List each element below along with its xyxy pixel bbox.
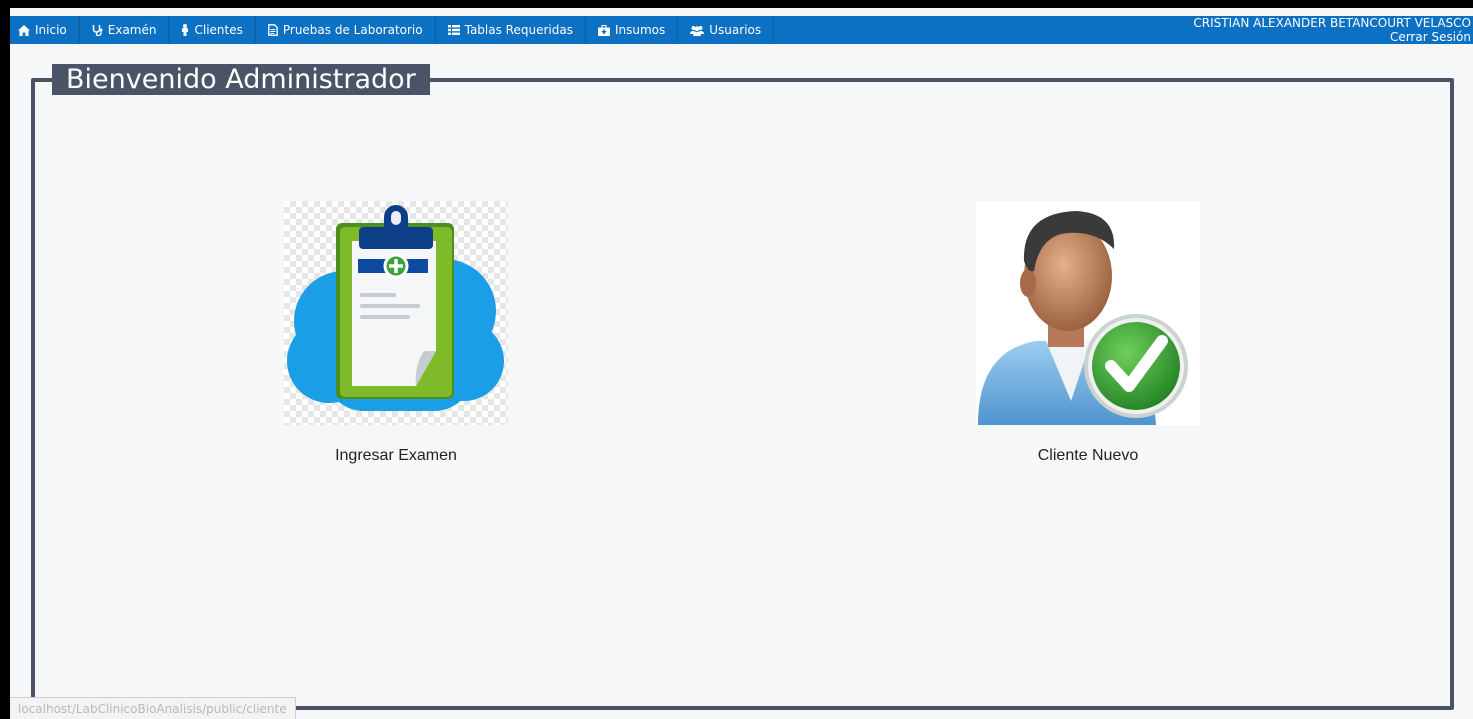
nav-item-examen[interactable]: Examén: [80, 16, 170, 44]
home-icon: [18, 24, 30, 36]
nav-item-usuarios[interactable]: Usuarios: [678, 16, 775, 44]
nav-item-label: Examén: [107, 23, 157, 37]
stethoscope-icon: [92, 24, 103, 36]
user-name: CRISTIAN ALEXANDER BETANCOURT VELASCO: [1193, 16, 1471, 30]
cliente-nuevo-label[interactable]: Cliente Nuevo: [958, 447, 1218, 465]
nav-item-label: Insumos: [614, 23, 666, 37]
nav-item-pruebas-de-laboratorio[interactable]: Pruebas de Laboratorio: [256, 16, 436, 44]
status-bar-url: localhost/LabClinicoBioAnalisis/public/c…: [10, 697, 296, 719]
cliente-nuevo-card[interactable]: Cliente Nuevo: [958, 201, 1218, 465]
nav-item-clientes[interactable]: Clientes: [169, 16, 256, 44]
user-box: CRISTIAN ALEXANDER BETANCOURT VELASCO Ce…: [1193, 16, 1471, 44]
document-icon: [268, 24, 278, 36]
nav-item-tablas-requeridas[interactable]: Tablas Requeridas: [436, 16, 586, 44]
nav-item-insumos[interactable]: Insumos: [586, 16, 679, 44]
page-title: Bienvenido Administrador: [52, 64, 430, 95]
medkit-icon: [597, 24, 610, 36]
logout-link[interactable]: Cerrar Sesión: [1193, 30, 1471, 44]
nav-item-label: Pruebas de Laboratorio: [282, 23, 423, 37]
nav-item-label: Clientes: [194, 23, 243, 37]
table-list-icon: [447, 25, 460, 35]
clipboard-cloud-icon[interactable]: [284, 201, 508, 425]
top-navbar: Inicio Examén Clientes Pruebas de Labora…: [10, 16, 1473, 44]
nav-item-inicio[interactable]: Inicio: [10, 16, 80, 44]
users-icon: [690, 25, 705, 36]
nav-item-label: Usuarios: [709, 23, 762, 37]
ingresar-examen-card[interactable]: Ingresar Examen: [266, 201, 526, 465]
user-check-icon[interactable]: [976, 201, 1200, 425]
welcome-fieldset: [31, 78, 1454, 710]
nav-item-label: Inicio: [35, 23, 67, 37]
ingresar-examen-label[interactable]: Ingresar Examen: [266, 447, 526, 465]
person-icon: [181, 24, 189, 36]
nav-item-label: Tablas Requeridas: [464, 23, 573, 37]
browser-viewport: Inicio Examén Clientes Pruebas de Labora…: [10, 8, 1473, 719]
